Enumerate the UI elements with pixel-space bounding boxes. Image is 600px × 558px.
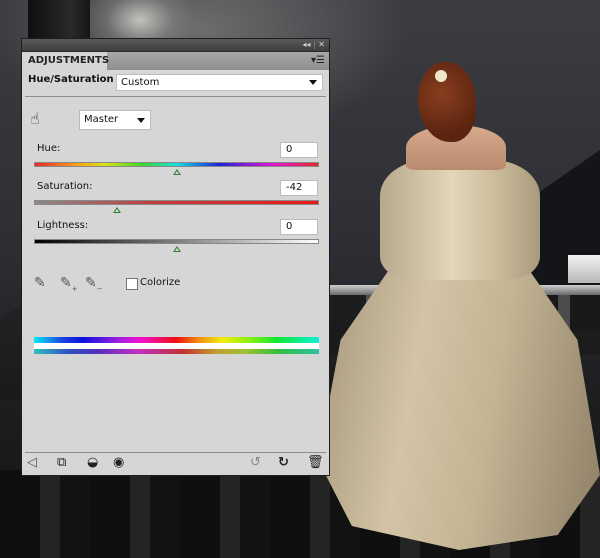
preset-dropdown[interactable]: Custom xyxy=(116,74,323,91)
reset-previous-icon[interactable]: ↺ xyxy=(250,456,261,470)
reset-icon[interactable]: ↻ xyxy=(278,456,289,470)
view-previous-state-icon[interactable]: ◒ xyxy=(87,456,98,470)
hue-slider[interactable] xyxy=(34,162,319,167)
visibility-eye-icon[interactable]: ◉ xyxy=(113,456,124,470)
lightness-input[interactable]: 0 xyxy=(280,219,318,235)
collapse-icon[interactable]: ◂◂ xyxy=(302,40,310,49)
saturation-slider[interactable] xyxy=(34,200,319,205)
chevron-down-icon xyxy=(137,118,145,123)
lightness-slider-thumb[interactable] xyxy=(172,246,181,252)
lightness-label: Lightness: xyxy=(37,220,89,231)
colorize-label: Colorize xyxy=(140,277,181,288)
adjustment-title: Hue/Saturation xyxy=(28,74,114,85)
eyedropper-plus-icon[interactable]: ✎+ xyxy=(60,275,78,293)
trash-icon[interactable]: 🗑 xyxy=(307,456,324,470)
clip-to-layer-icon[interactable]: ⧉ xyxy=(57,456,66,470)
targeted-adjustment-hand-icon[interactable]: ☝ xyxy=(30,109,40,128)
output-color-bar xyxy=(34,349,319,354)
hair-flower xyxy=(435,70,447,82)
close-icon[interactable]: ✕ xyxy=(318,40,325,49)
pillar-cap xyxy=(568,255,600,283)
saturation-slider-thumb[interactable] xyxy=(112,207,121,213)
back-arrow-icon[interactable]: ◁ xyxy=(27,456,37,470)
eyedropper-minus-icon[interactable]: ✎− xyxy=(85,275,103,293)
panel-menu-icon[interactable]: ▾☰ xyxy=(311,55,325,66)
channel-dropdown[interactable]: Master xyxy=(79,110,151,130)
preset-value: Custom xyxy=(121,77,160,88)
saturation-label: Saturation: xyxy=(37,181,93,192)
adjustments-panel: ◂◂ | ✕ ADJUSTMENTS ▾☰ Hue/Saturation Cus… xyxy=(21,38,330,476)
colorize-checkbox[interactable] xyxy=(126,278,138,290)
panel-footer: ◁ ⧉ ◒ ◉ ↺ ↻ 🗑 xyxy=(25,452,326,475)
tab-row: ADJUSTMENTS ▾☰ xyxy=(22,51,329,70)
tab-adjustments[interactable]: ADJUSTMENTS xyxy=(22,52,109,70)
lightness-slider[interactable] xyxy=(34,239,319,244)
chevron-down-icon xyxy=(309,80,317,85)
eyedropper-icon[interactable]: ✎ xyxy=(34,275,46,291)
dress-bodice xyxy=(380,160,540,280)
channel-value: Master xyxy=(84,114,119,125)
hue-slider-thumb[interactable] xyxy=(172,169,181,175)
hue-input[interactable]: 0 xyxy=(280,142,318,158)
hue-label: Hue: xyxy=(37,143,61,154)
adjustment-header: Hue/Saturation Custom xyxy=(25,70,326,97)
saturation-input[interactable]: -42 xyxy=(280,180,318,196)
panel-titlebar[interactable]: ◂◂ | ✕ xyxy=(22,39,329,51)
